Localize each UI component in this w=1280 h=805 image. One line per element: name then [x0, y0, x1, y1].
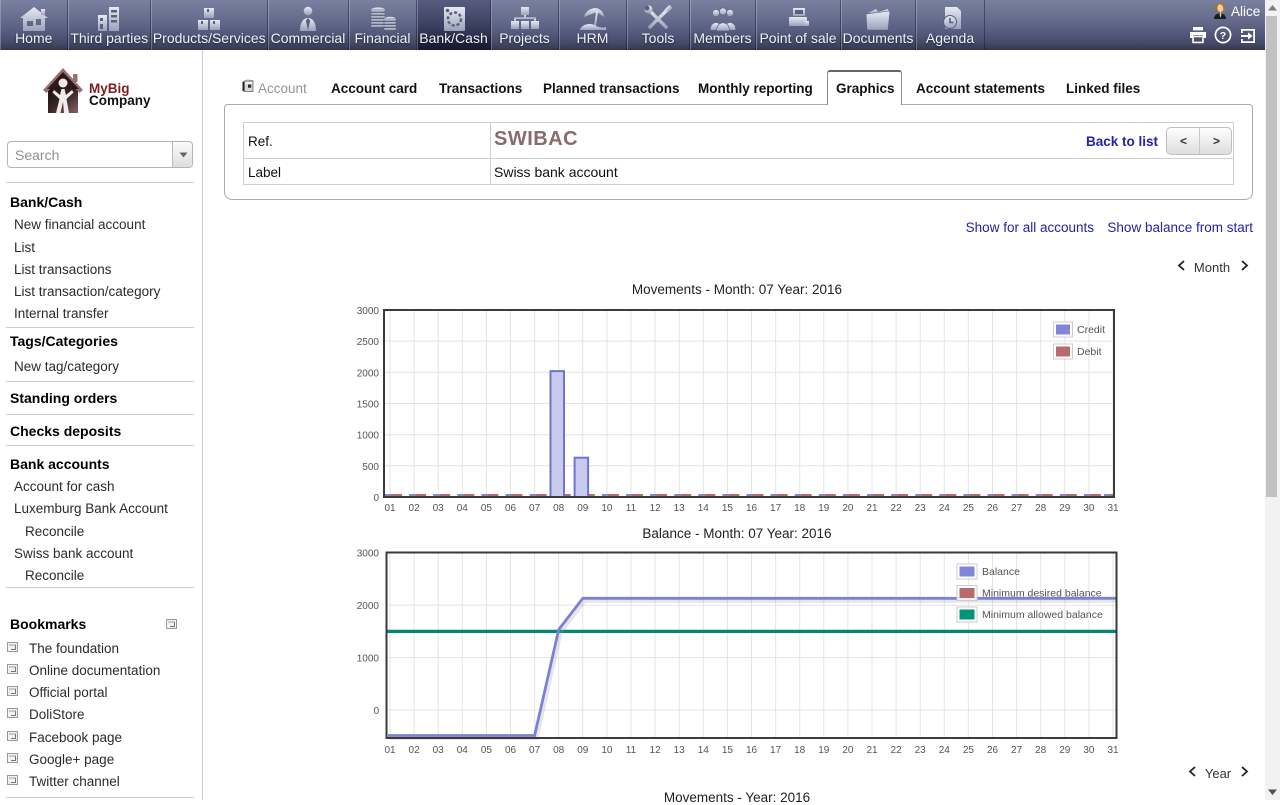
- svg-text:25: 25: [963, 503, 975, 514]
- svg-text:15: 15: [722, 745, 734, 756]
- svg-text:19: 19: [818, 503, 830, 514]
- svg-text:Balance: Balance: [982, 566, 1020, 578]
- svg-text:Movements - Month: 07 Year: 20: Movements - Month: 07 Year: 2016: [632, 282, 842, 297]
- svg-text:0: 0: [373, 706, 379, 717]
- svg-text:Debit: Debit: [1077, 346, 1102, 358]
- svg-text:20: 20: [842, 745, 854, 756]
- svg-text:27: 27: [1011, 503, 1023, 514]
- svg-text:Minimum allowed balance: Minimum allowed balance: [982, 609, 1103, 621]
- svg-text:02: 02: [409, 503, 421, 514]
- svg-text:15: 15: [722, 503, 734, 514]
- svg-text:Credit: Credit: [1077, 324, 1105, 336]
- svg-text:500: 500: [362, 462, 379, 473]
- svg-text:12: 12: [650, 503, 662, 514]
- svg-text:21: 21: [866, 745, 878, 756]
- svg-text:01: 01: [384, 745, 396, 756]
- svg-text:?: ?: [1220, 30, 1226, 42]
- svg-text:14: 14: [698, 745, 710, 756]
- svg-text:16: 16: [746, 745, 758, 756]
- svg-text:24: 24: [939, 503, 951, 514]
- svg-text:31: 31: [1107, 745, 1119, 756]
- svg-text:20: 20: [842, 503, 854, 514]
- svg-text:04: 04: [457, 745, 469, 756]
- svg-text:11: 11: [626, 745, 637, 756]
- svg-text:13: 13: [674, 503, 686, 514]
- svg-text:26: 26: [987, 503, 999, 514]
- svg-text:24: 24: [939, 745, 951, 756]
- svg-text:25: 25: [963, 745, 975, 756]
- svg-text:12: 12: [650, 745, 662, 756]
- svg-text:23: 23: [915, 503, 927, 514]
- svg-text:17: 17: [770, 503, 782, 514]
- svg-text:08: 08: [553, 745, 565, 756]
- svg-text:28: 28: [1035, 745, 1047, 756]
- svg-text:2000: 2000: [357, 601, 380, 612]
- svg-text:01: 01: [384, 503, 396, 514]
- svg-text:1000: 1000: [357, 654, 380, 665]
- svg-text:05: 05: [481, 503, 493, 514]
- svg-text:11: 11: [626, 503, 637, 514]
- svg-text:05: 05: [481, 745, 493, 756]
- svg-text:29: 29: [1059, 503, 1071, 514]
- svg-text:10: 10: [601, 745, 613, 756]
- svg-text:07: 07: [529, 745, 541, 756]
- svg-text:03: 03: [433, 503, 445, 514]
- svg-text:18: 18: [794, 745, 806, 756]
- svg-text:31: 31: [1107, 503, 1119, 514]
- svg-text:3000: 3000: [357, 549, 380, 560]
- svg-text:06: 06: [505, 745, 517, 756]
- svg-text:08: 08: [553, 503, 565, 514]
- svg-text:28: 28: [1035, 503, 1047, 514]
- svg-text:22: 22: [891, 745, 903, 756]
- svg-text:09: 09: [577, 503, 589, 514]
- svg-text:29: 29: [1059, 745, 1071, 756]
- svg-text:21: 21: [866, 503, 878, 514]
- svg-text:13: 13: [674, 745, 686, 756]
- svg-text:1500: 1500: [357, 400, 380, 411]
- svg-text:06: 06: [505, 503, 517, 514]
- svg-text:19: 19: [818, 745, 830, 756]
- svg-text:04: 04: [457, 503, 469, 514]
- svg-text:0: 0: [373, 493, 379, 504]
- svg-text:18: 18: [794, 503, 806, 514]
- svg-text:23: 23: [915, 745, 927, 756]
- svg-text:Balance - Month: 07 Year: 2016: Balance - Month: 07 Year: 2016: [642, 526, 831, 541]
- svg-text:02: 02: [409, 745, 421, 756]
- svg-text:1000: 1000: [357, 431, 380, 442]
- svg-text:3000: 3000: [357, 306, 380, 317]
- svg-text:14: 14: [698, 503, 710, 514]
- svg-text:2000: 2000: [357, 368, 380, 379]
- svg-text:03: 03: [433, 745, 445, 756]
- svg-text:17: 17: [770, 745, 782, 756]
- svg-text:30: 30: [1083, 745, 1095, 756]
- svg-text:22: 22: [891, 503, 903, 514]
- svg-text:26: 26: [987, 745, 999, 756]
- svg-text:16: 16: [746, 503, 758, 514]
- svg-text:07: 07: [529, 503, 541, 514]
- svg-text:30: 30: [1083, 503, 1095, 514]
- svg-text:Minimum desired balance: Minimum desired balance: [982, 588, 1102, 600]
- svg-text:2500: 2500: [357, 337, 380, 348]
- svg-text:09: 09: [577, 745, 589, 756]
- svg-text:27: 27: [1011, 745, 1023, 756]
- svg-text:10: 10: [601, 503, 613, 514]
